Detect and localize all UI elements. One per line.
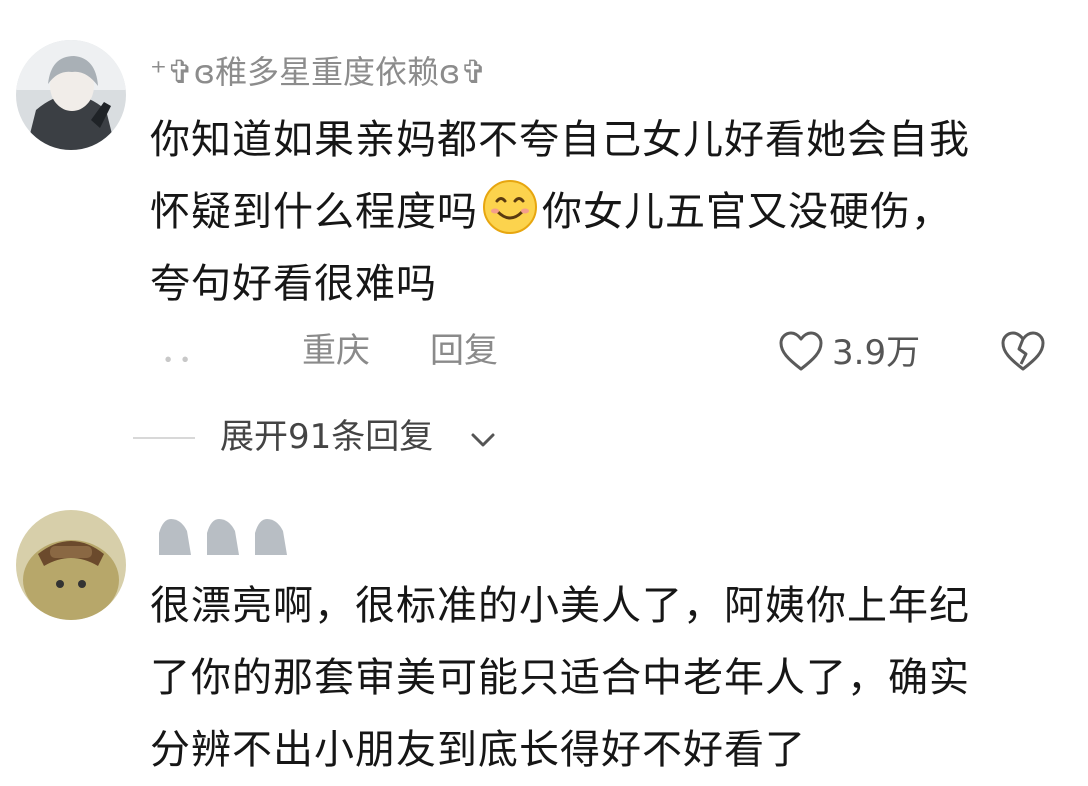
comment1-text: 你知道如果亲妈都不夸自己女儿好看她会自我 怀疑到什么程度吗 你女儿五官又没硬伤，… [150,104,1070,320]
reply-button[interactable]: 回复 [430,334,498,368]
avatar-comment1[interactable] [16,40,126,150]
avatar-comment2[interactable] [16,510,126,620]
chevron-down-icon[interactable] [470,430,496,450]
comment2-line-3: 分辨不出小朋友到底长得好不好看了 [150,727,806,773]
blurred-username-icon[interactable] [155,515,295,559]
comment2-line-1: 很漂亮啊，很标准的小美人了，阿姨你上年纪 [150,583,970,629]
heart-icon[interactable] [778,330,824,372]
expand-replies-button[interactable]: 展开91条回复 [220,420,433,454]
comment1-line-2b: 你女儿五官又没硬伤， [542,189,952,235]
comment-time: ．． [160,331,211,371]
comment1-line-3: 夸句好看很难吗 [150,261,437,307]
comment2-line-2: 了你的那套审美可能只适合中老年人了，确实 [150,655,970,701]
comment1-line-2: 怀疑到什么程度吗 你女儿五官又没硬伤， [150,176,1070,248]
dislike-broken-heart-icon[interactable] [1000,330,1046,372]
expand-divider [133,437,195,439]
comment1-line-2a: 怀疑到什么程度吗 [150,189,478,235]
smile-emoji-icon [482,179,538,235]
username-comment1[interactable]: ⁺✞ɞ稚多星重度依赖ɞ✞ [150,56,487,88]
comment-location: 重庆 [302,331,370,371]
comment1-line-1: 你知道如果亲妈都不夸自己女儿好看她会自我 [150,117,970,163]
like-count: 3.9万 [832,333,921,373]
comment2-text: 很漂亮啊，很标准的小美人了，阿姨你上年纪 了你的那套审美可能只适合中老年人了，确… [150,570,1070,786]
